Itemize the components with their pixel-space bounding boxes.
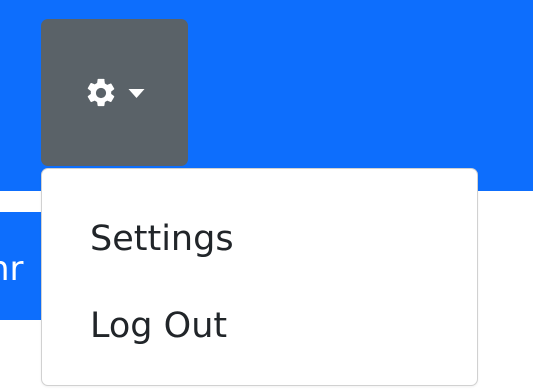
settings-menu-item[interactable]: Settings [42, 199, 477, 279]
settings-dropdown-menu: Settings Log Out [41, 168, 478, 386]
logout-menu-item[interactable]: Log Out [42, 286, 477, 366]
gear-icon [87, 78, 115, 106]
settings-dropdown-toggle[interactable] [41, 19, 188, 166]
page: nr Settings Log Out [0, 0, 533, 389]
partial-background-text: nr [0, 249, 24, 289]
caret-down-icon [128, 88, 145, 98]
